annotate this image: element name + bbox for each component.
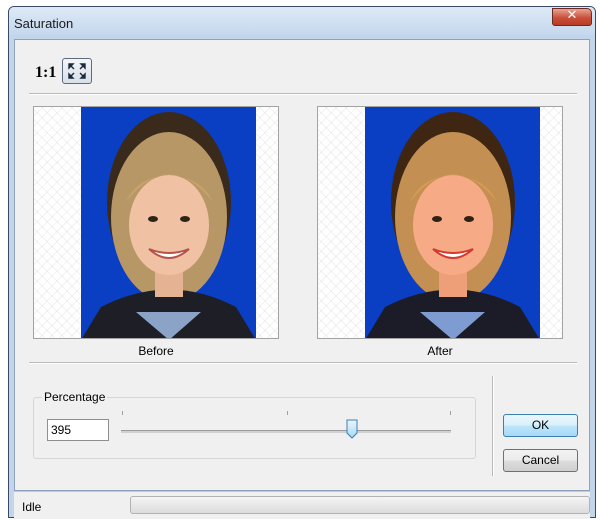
cancel-button[interactable]: Cancel — [503, 449, 578, 472]
after-preview — [317, 106, 563, 339]
before-caption: Before — [138, 344, 174, 358]
window-title: Saturation — [14, 16, 74, 31]
preview-separator — [29, 362, 577, 364]
toolbar-separator — [29, 93, 577, 95]
button-separator — [492, 376, 494, 476]
after-caption: After — [427, 344, 453, 358]
percentage-input[interactable] — [47, 419, 109, 441]
fit-to-window-icon — [68, 63, 86, 79]
slider-tick — [450, 411, 451, 415]
saturation-slider-track[interactable] — [121, 430, 451, 433]
status-text: Idle — [22, 500, 42, 514]
percentage-label: Percentage — [42, 390, 108, 404]
fit-to-window-button[interactable] — [62, 58, 92, 84]
before-preview — [33, 106, 279, 339]
title-bar[interactable] — [9, 7, 595, 35]
slider-thumb-icon — [346, 419, 358, 439]
ok-button[interactable]: OK — [503, 414, 578, 437]
slider-tick — [287, 411, 288, 415]
slider-tick — [122, 411, 123, 415]
before-photo — [81, 107, 256, 338]
saturation-slider-thumb[interactable] — [346, 419, 358, 439]
zoom-1-1-button[interactable]: 1:1 — [35, 64, 56, 82]
close-button[interactable]: ✕ — [552, 8, 592, 26]
close-icon: ✕ — [566, 8, 578, 23]
after-photo — [365, 107, 540, 338]
progress-bar — [130, 496, 590, 514]
